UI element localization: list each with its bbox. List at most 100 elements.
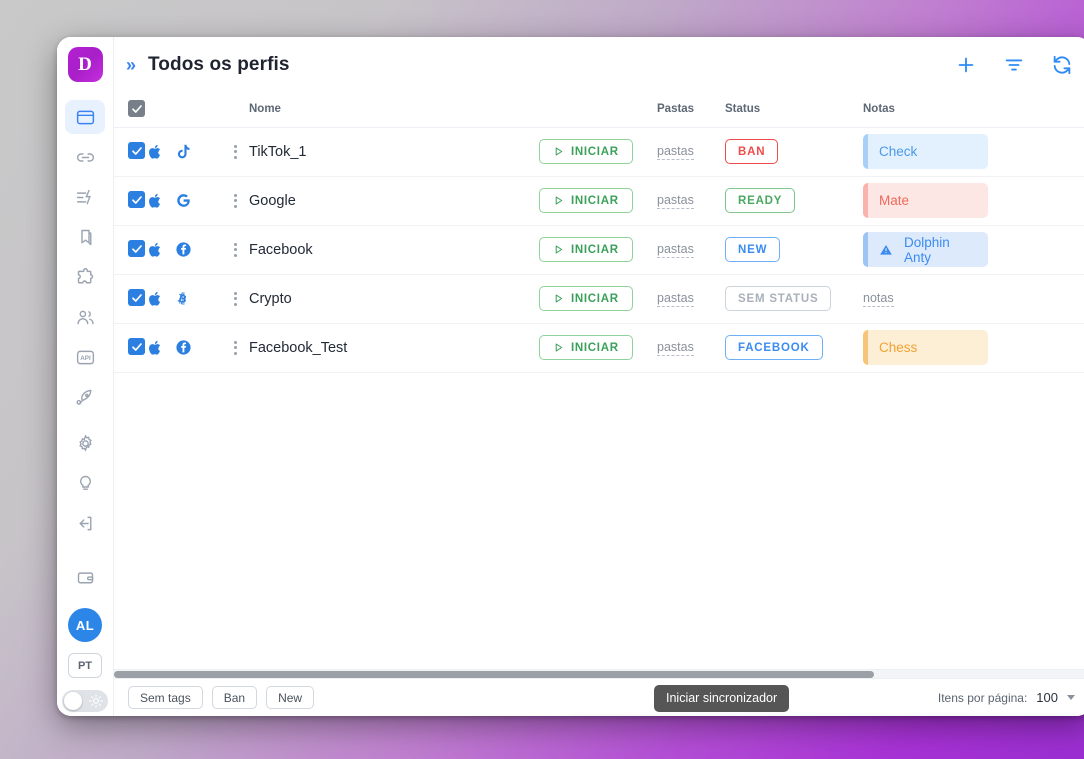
filter-button[interactable] (1003, 54, 1025, 76)
facebook-icon (175, 339, 192, 356)
profile-name: TikTok_1 (249, 143, 307, 160)
warning-icon (880, 244, 892, 255)
sidebar-item-extensions[interactable] (65, 260, 105, 294)
table-row[interactable]: TikTok_1 INICIAR pastas BAN Check (114, 127, 1084, 177)
apple-icon (147, 241, 164, 258)
start-profile-button[interactable]: INICIAR (539, 286, 633, 311)
row-pastas-cell: pastas (657, 176, 725, 226)
sidebar-item-rocket[interactable] (65, 380, 105, 414)
row-start-cell: INICIAR (539, 274, 657, 324)
apple-icon (149, 193, 161, 208)
row-select-cell (114, 176, 147, 226)
row-checkbox[interactable] (128, 142, 145, 160)
note-text: Mate (879, 193, 910, 208)
collapse-sidebar-icon[interactable]: » (126, 56, 136, 74)
tag-filter-button[interactable]: New (266, 686, 315, 709)
pastas-link[interactable]: pastas (657, 340, 694, 357)
apple-icon (147, 290, 164, 307)
note-chip[interactable]: Check (863, 134, 988, 169)
theme-toggle-knob (64, 692, 82, 710)
pastas-link[interactable]: pastas (657, 291, 694, 308)
row-more-menu-icon[interactable] (227, 242, 243, 257)
apple-icon (149, 340, 161, 355)
tooltip: Iniciar sincronizador (654, 685, 790, 712)
status-badge[interactable]: FACEBOOK (725, 335, 823, 360)
sidebar-item-tips[interactable] (65, 466, 105, 500)
row-platform-cell (147, 274, 227, 324)
pastas-link[interactable]: pastas (657, 144, 694, 161)
add-profile-button[interactable] (955, 54, 977, 76)
start-profile-button[interactable]: INICIAR (539, 188, 633, 213)
tag-filter-button[interactable]: Ban (211, 686, 258, 709)
note-chip[interactable]: Dolphin Anty (863, 232, 988, 267)
row-select-cell (114, 323, 147, 373)
table-row[interactable]: Google INICIAR pastas READY Mate (114, 176, 1084, 226)
row-checkbox[interactable] (128, 240, 145, 258)
items-per-page-label: Itens por página: (937, 690, 1028, 705)
tag-filter-button[interactable]: Sem tags (128, 686, 203, 709)
tiktok-icon (177, 144, 190, 159)
row-start-cell: INICIAR (539, 323, 657, 373)
note-placeholder-link[interactable]: notas (863, 291, 894, 308)
note-accent-bar (863, 330, 868, 365)
note-chip[interactable]: Mate (863, 183, 988, 218)
horizontal-scrollbar[interactable] (114, 669, 1084, 678)
row-platform-cell (147, 176, 227, 226)
table-row[interactable]: Crypto INICIAR pastas SEM STATUS notas (114, 274, 1084, 324)
items-per-page-value[interactable]: 100 (1036, 690, 1058, 705)
start-profile-button[interactable]: INICIAR (539, 335, 633, 360)
chevron-down-icon[interactable] (1067, 695, 1075, 700)
start-profile-button[interactable]: INICIAR (539, 139, 633, 164)
start-button-label: INICIAR (571, 341, 619, 354)
language-selector[interactable]: PT (68, 653, 102, 678)
table-row[interactable]: Facebook INICIAR pastas NEW Dolphin Anty (114, 225, 1084, 275)
avatar[interactable]: AL (68, 608, 102, 642)
row-more-menu-icon[interactable] (227, 193, 243, 208)
status-badge[interactable]: NEW (725, 237, 781, 262)
row-platform-cell (147, 323, 227, 373)
sidebar-item-team[interactable] (65, 300, 105, 334)
profiles-table: Nome Pastas Status Notas TikTok_1 INICIA… (114, 92, 1084, 373)
sidebar-item-api[interactable]: API (65, 340, 105, 374)
theme-toggle[interactable] (62, 690, 108, 712)
row-more-menu-icon[interactable] (227, 144, 243, 159)
note-chip[interactable]: Chess (863, 330, 988, 365)
pagination-control: Itens por página: 100 (938, 690, 1075, 705)
profile-name: Google (249, 192, 296, 209)
sidebar-item-links[interactable] (65, 140, 105, 174)
note-accent-bar (863, 183, 868, 218)
row-notes-cell: Mate (863, 176, 1084, 226)
row-notes-cell: Dolphin Anty (863, 225, 1084, 275)
row-checkbox[interactable] (128, 191, 145, 209)
app-logo-cell: D (57, 37, 113, 92)
sidebar-item-bookmarks[interactable] (65, 220, 105, 254)
row-status-cell: FACEBOOK (725, 323, 863, 373)
start-profile-button[interactable]: INICIAR (539, 237, 633, 262)
status-badge[interactable]: SEM STATUS (725, 286, 832, 311)
pastas-link[interactable]: pastas (657, 193, 694, 210)
row-menu-cell (227, 127, 249, 177)
sidebar-item-automation[interactable] (65, 180, 105, 214)
table-row[interactable]: Facebook_Test INICIAR pastas FACEBOOK Ch… (114, 323, 1084, 373)
app-window: D » Todos os perfis API AL PT Nome Pasta… (57, 37, 1084, 716)
col-header-pastas: Pastas (657, 92, 725, 128)
row-checkbox[interactable] (128, 338, 145, 356)
row-checkbox[interactable] (128, 289, 145, 307)
dolphin-logo-icon[interactable]: D (67, 47, 103, 82)
sidebar-item-logout[interactable] (65, 506, 105, 540)
table-header-row: Nome Pastas Status Notas (114, 92, 1084, 128)
profile-name: Facebook (249, 241, 313, 258)
row-name-cell: Facebook (249, 225, 539, 275)
sidebar-item-browser[interactable] (65, 100, 105, 134)
status-badge[interactable]: BAN (725, 139, 779, 164)
pastas-link[interactable]: pastas (657, 242, 694, 259)
row-more-menu-icon[interactable] (227, 291, 243, 306)
sidebar-item-wallet[interactable] (65, 560, 105, 594)
refresh-button[interactable] (1051, 54, 1073, 76)
sidebar-item-settings[interactable] (65, 426, 105, 460)
sun-icon (89, 694, 103, 708)
horizontal-scrollbar-thumb[interactable] (114, 671, 874, 678)
status-badge[interactable]: READY (725, 188, 796, 213)
row-more-menu-icon[interactable] (227, 340, 243, 355)
select-all-checkbox[interactable] (128, 100, 145, 117)
